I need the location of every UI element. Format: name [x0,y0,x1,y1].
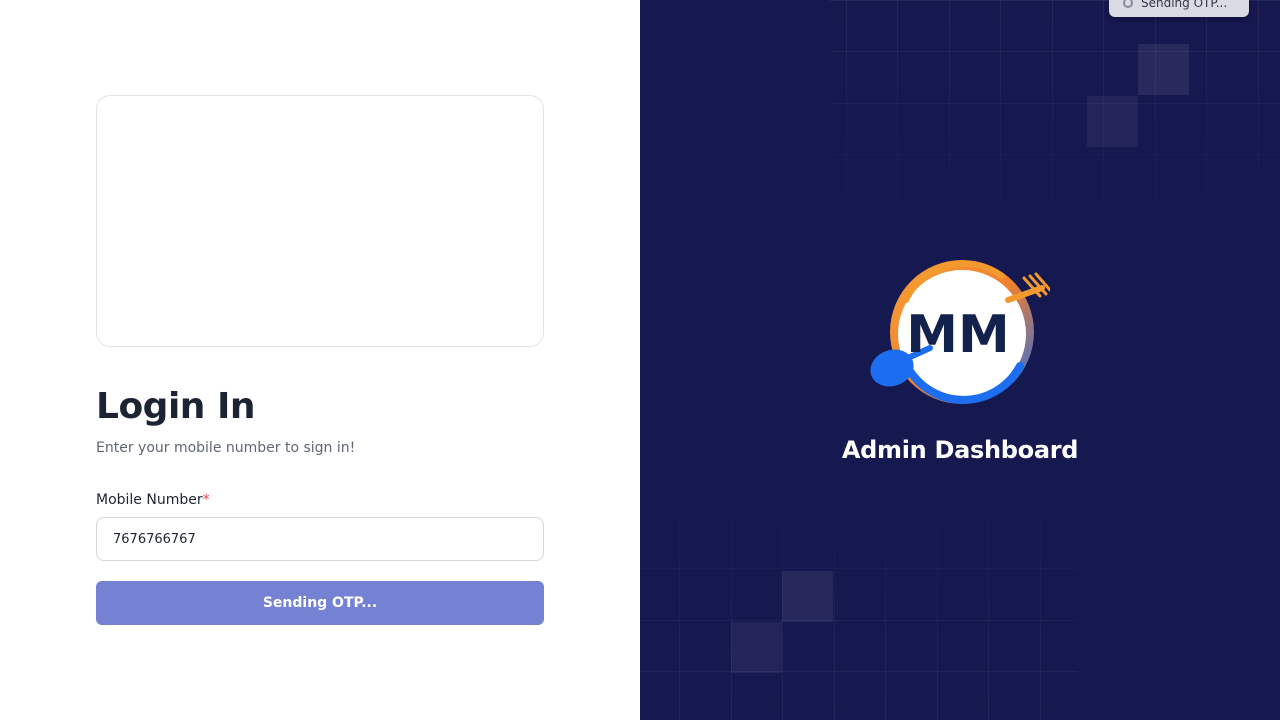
login-panel: Login In Enter your mobile number to sig… [0,0,640,720]
spinner-icon [1123,0,1133,8]
mobile-number-input[interactable] [96,517,544,561]
mobile-number-label: Mobile Number* [96,492,210,508]
toast-text: Sending OTP... [1141,0,1228,10]
brand-title: Admin Dashboard [841,436,1079,464]
mobile-number-label-text: Mobile Number [96,492,203,508]
brand-logo: MM [870,260,1050,404]
page-title: Login In [96,386,255,427]
page-subtitle: Enter your mobile number to sign in! [96,440,356,456]
captcha-container[interactable] [96,95,544,347]
send-otp-button[interactable]: Sending OTP... [96,581,544,625]
toast-notification: Sending OTP... [1109,0,1249,17]
logo-text: MM [906,305,1010,365]
required-marker: * [202,492,210,508]
brand-panel: MM Admin Dashboard [640,0,1280,720]
